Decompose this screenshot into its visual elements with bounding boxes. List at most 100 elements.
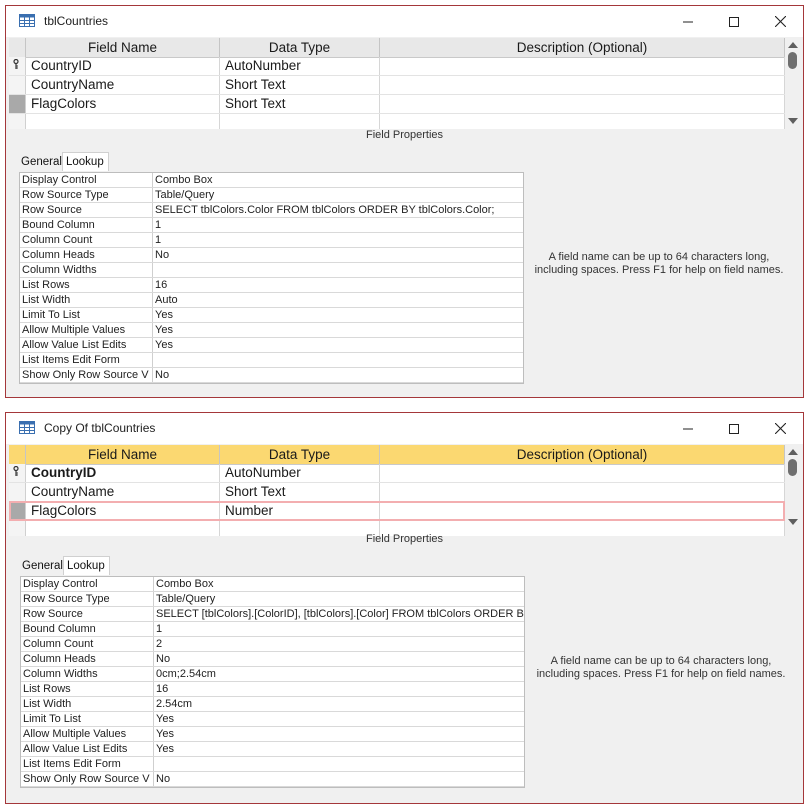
field-name-cell[interactable]: CountryName [26, 76, 220, 94]
property-row[interactable]: Show Only Row Source V No [20, 368, 523, 383]
tab-lookup[interactable]: Lookup [63, 556, 110, 575]
row-selector[interactable] [9, 57, 26, 75]
property-row[interactable]: Display Control Combo Box [20, 173, 523, 188]
row-selector[interactable] [9, 114, 26, 129]
property-value[interactable]: 0cm;2.54cm [154, 667, 524, 681]
table-row[interactable]: CountryID AutoNumber [9, 464, 785, 483]
property-value[interactable]: SELECT tblColors.Color FROM tblColors OR… [153, 203, 523, 217]
property-value[interactable]: 1 [153, 218, 523, 232]
vertical-scrollbar[interactable] [785, 38, 801, 129]
property-value[interactable]: 16 [154, 682, 524, 696]
scroll-down-arrow-icon[interactable] [788, 118, 798, 124]
property-row[interactable]: List Items Edit Form [20, 353, 523, 368]
data-type-cell[interactable]: Short Text [220, 95, 380, 113]
field-name-cell[interactable]: CountryID [26, 57, 220, 75]
property-row[interactable]: Display Control Combo Box [21, 577, 524, 592]
property-value[interactable]: Yes [154, 742, 524, 756]
property-row[interactable]: Allow Multiple Values Yes [20, 323, 523, 338]
property-row[interactable]: Show Only Row Source V No [21, 772, 524, 787]
tab-general[interactable]: General [18, 154, 62, 171]
property-value[interactable]: SELECT [tblColors].[ColorID], [tblColors… [154, 607, 524, 621]
row-selector[interactable] [9, 76, 26, 94]
property-row[interactable]: List Width 2.54cm [21, 697, 524, 712]
property-row[interactable]: Row Source Type Table/Query [20, 188, 523, 203]
property-row[interactable]: Bound Column 1 [21, 622, 524, 637]
field-name-cell[interactable]: CountryName [26, 483, 220, 501]
property-value[interactable]: No [153, 368, 523, 382]
property-row[interactable]: Column Widths 0cm;2.54cm [21, 667, 524, 682]
property-value[interactable]: 2.54cm [154, 697, 524, 711]
property-row[interactable]: Column Count 1 [20, 233, 523, 248]
column-header-description[interactable]: Description (Optional) [380, 445, 785, 464]
field-name-cell[interactable]: FlagColors [26, 95, 220, 113]
property-row[interactable]: Limit To List Yes [21, 712, 524, 727]
description-cell[interactable] [380, 502, 785, 520]
property-value[interactable]: Combo Box [154, 577, 524, 591]
property-value[interactable]: No [154, 772, 524, 786]
tab-lookup[interactable]: Lookup [62, 152, 109, 171]
property-value[interactable]: Table/Query [154, 592, 524, 606]
column-header-description[interactable]: Description (Optional) [380, 38, 785, 57]
property-row[interactable]: Row Source SELECT tblColors.Color FROM tb… [20, 203, 523, 218]
data-type-cell[interactable]: Number [220, 502, 380, 520]
data-type-cell[interactable]: AutoNumber [220, 57, 380, 75]
row-selector[interactable] [9, 483, 26, 501]
scroll-down-arrow-icon[interactable] [788, 519, 798, 525]
scroll-thumb[interactable] [788, 459, 797, 476]
property-value[interactable] [153, 353, 523, 367]
property-value[interactable]: Yes [153, 338, 523, 352]
close-button[interactable] [757, 413, 803, 444]
property-value[interactable]: Yes [154, 727, 524, 741]
property-row[interactable]: List Rows 16 [21, 682, 524, 697]
property-value[interactable]: 2 [154, 637, 524, 651]
minimize-button[interactable] [665, 6, 711, 37]
description-cell[interactable] [380, 464, 785, 482]
description-cell[interactable] [380, 114, 785, 129]
description-cell[interactable] [380, 57, 785, 75]
property-row[interactable]: Bound Column 1 [20, 218, 523, 233]
table-row-empty[interactable] [9, 114, 785, 129]
data-type-cell[interactable] [220, 114, 380, 129]
property-row[interactable]: Column Heads No [20, 248, 523, 263]
property-value[interactable]: 1 [154, 622, 524, 636]
property-value[interactable] [153, 263, 523, 277]
scroll-up-arrow-icon[interactable] [788, 449, 798, 455]
tab-general[interactable]: General [19, 558, 63, 575]
property-value[interactable]: Yes [153, 308, 523, 322]
title-bar[interactable]: Copy Of tblCountries [6, 413, 803, 444]
row-selector[interactable] [9, 502, 26, 520]
description-cell[interactable] [380, 95, 785, 113]
scroll-up-arrow-icon[interactable] [788, 42, 798, 48]
data-type-cell[interactable]: Short Text [220, 76, 380, 94]
property-row[interactable]: List Width Auto [20, 293, 523, 308]
maximize-button[interactable] [711, 6, 757, 37]
description-cell[interactable] [380, 76, 785, 94]
column-header-field-name[interactable]: Field Name [26, 445, 220, 464]
property-row[interactable]: Allow Multiple Values Yes [21, 727, 524, 742]
row-selector[interactable] [9, 95, 26, 113]
property-value[interactable]: No [153, 248, 523, 262]
property-row[interactable]: Limit To List Yes [20, 308, 523, 323]
data-type-cell[interactable]: AutoNumber [220, 464, 380, 482]
property-row[interactable]: Row Source Type Table/Query [21, 592, 524, 607]
property-value[interactable] [154, 757, 524, 771]
data-type-cell[interactable]: Short Text [220, 483, 380, 501]
field-name-cell[interactable]: FlagColors [26, 502, 220, 520]
property-row[interactable]: Column Widths [20, 263, 523, 278]
table-row[interactable]: FlagColors Short Text [9, 95, 785, 114]
row-selector[interactable] [9, 464, 26, 482]
column-header-field-name[interactable]: Field Name [26, 38, 220, 57]
field-name-cell[interactable] [26, 114, 220, 129]
property-value[interactable]: Yes [153, 323, 523, 337]
grid-corner[interactable] [9, 38, 26, 57]
close-button[interactable] [757, 6, 803, 37]
maximize-button[interactable] [711, 413, 757, 444]
property-row[interactable]: List Items Edit Form [21, 757, 524, 772]
grid-corner[interactable] [9, 445, 26, 464]
property-value[interactable]: Table/Query [153, 188, 523, 202]
property-row[interactable]: Allow Value List Edits Yes [20, 338, 523, 353]
scroll-thumb[interactable] [788, 52, 797, 69]
property-row[interactable]: Row Source SELECT [tblColors].[ColorID], … [21, 607, 524, 622]
table-row[interactable]: CountryID AutoNumber [9, 57, 785, 76]
field-name-cell[interactable]: CountryID [26, 464, 220, 482]
